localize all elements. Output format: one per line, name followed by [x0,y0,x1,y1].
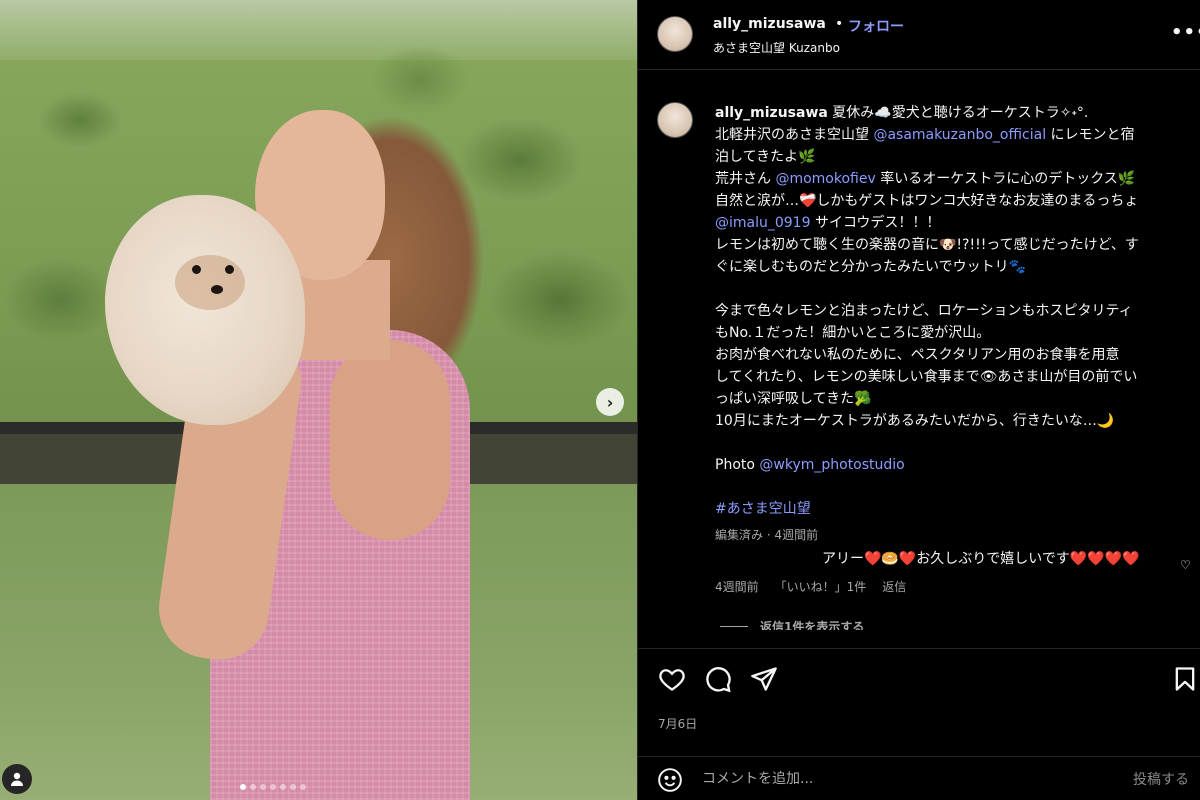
comment-meta: 4週間前 「いいね！」1件 返信 [715,578,1195,595]
caption-line: 今まで色々レモンと泊まったけど、ロケーションもホスピタリティ [715,303,1133,319]
caption-line: 自然と涙が…❤️‍🩹しかもゲストはワンコ大好きなお友達のまるっちょ [715,193,1139,209]
caption-line: 10月にまたオーケストラがあるみたいだから、行きたいな…🌙 [715,413,1115,429]
comment-item: アリー❤️🥯❤️お久しぶりで嬉しいです❤️❤️❤️❤️ ♡ 4週間前 「いいね！… [715,548,1195,595]
hashtag-link[interactable]: #あさま空山望 [715,498,1185,520]
caption-line: レモンは初めて聴く生の楽器の音に🐶!?!!!って感じだったけど、す [715,237,1139,253]
carousel-dot [290,784,296,790]
more-options-icon[interactable]: ••• [1171,22,1200,43]
post-sidebar: ally_mizusawa • フォロー あさま空山望 Kuzanbo ••• … [637,0,1200,800]
caption-line: Photo @wkym_photostudio [715,454,1185,476]
post-date[interactable]: 7月6日 [658,715,697,732]
carousel-dot [250,784,256,790]
caption-line: っぱい深呼吸してきた🥦 [715,391,872,407]
caption-line: @imalu_0919 サイコウデス！！！ [715,212,1185,234]
mention-link[interactable]: @asamakuzanbo_official [873,127,1046,143]
view-replies-label: 返信1件を表示する [760,620,865,630]
caption-username[interactable]: ally_mizusawa [715,105,828,121]
mention-link[interactable]: @imalu_0919 [715,215,811,231]
caption-line: してくれたり、レモンの美味しい食事まで👁あさま山が目の前でい [715,369,1138,385]
author-avatar[interactable] [657,16,693,52]
instagram-post-view: › ally_mizusawa • フォロー あさま空山望 Kuzanbo ••… [0,0,1200,800]
caption-text: にレモンと宿 [1046,127,1135,143]
caption-line: ぐに楽しむものだと分かったみたいでウットリ🐾 [715,259,1027,275]
replies-dash [720,626,748,627]
carousel-dot [260,784,266,790]
bookmark-icon[interactable] [1171,665,1199,693]
photo-dog-eye [192,265,201,274]
photo-woman-shoulder [330,340,450,540]
heart-icon[interactable]: ♡ [1180,558,1191,572]
caption-line: ally_mizusawa 夏休み☁️愛犬と聴けるオーケストラ✧˖°. [715,102,1185,124]
post-location[interactable]: あさま空山望 Kuzanbo [713,39,840,56]
caption-text: サイコウデス！！！ [810,215,941,231]
user-icon [11,772,23,786]
emoji-icon[interactable] [657,767,683,793]
caption-author-avatar[interactable] [657,102,693,138]
caption-text: 率いるオーケストラに心のデトックス🌿 [875,171,1136,187]
carousel-indicator [240,784,306,790]
follow-button[interactable]: フォロー [848,16,904,36]
caption-text: 北軽井沢のあさま空山望 [715,127,874,143]
caption-line: 荒井さん @momokofiev 率いるオーケストラに心のデトックス🌿 [715,168,1185,190]
comment-reply-button[interactable]: 返信 [882,578,906,595]
post-comment-button[interactable]: 投稿する [1133,769,1189,789]
post-header: ally_mizusawa • フォロー あさま空山望 Kuzanbo ••• [638,0,1200,70]
caption-text: Photo [715,457,760,473]
comment-time[interactable]: 4週間前 [715,578,759,595]
heart-icon[interactable] [658,665,686,693]
comment-input[interactable] [702,765,1102,793]
share-icon[interactable] [750,665,778,693]
comment-text: アリー❤️🥯❤️お久しぶりで嬉しいです❤️❤️❤️❤️ [822,551,1140,567]
mention-link[interactable]: @wkym_photostudio [759,457,904,473]
post-photo[interactable]: › [0,0,637,800]
header-separator: • [835,16,844,32]
caption-line: お肉が食べれない私のために、ペスクタリアン用のお食事を用意 [715,347,1120,363]
tagged-users-button[interactable] [2,764,32,794]
post-caption: ally_mizusawa 夏休み☁️愛犬と聴けるオーケストラ✧˖°. 北軽井沢… [715,102,1185,546]
author-username[interactable]: ally_mizusawa [713,16,826,32]
carousel-dot [300,784,306,790]
chevron-right-icon: › [606,392,614,412]
comment-composer: 投稿する [638,756,1200,800]
caption-line: 泊してきたよ🌿 [715,149,816,165]
caption-line: もNo.１だった！細かいところに愛が沢山。 [715,325,991,341]
carousel-next-button[interactable]: › [596,388,624,416]
mention-link[interactable]: @momokofiev [775,171,875,187]
caption-text: 夏休み☁️愛犬と聴けるオーケストラ✧˖°. [827,105,1089,121]
photo-dog-nose [211,285,223,294]
comment-icon[interactable] [704,665,732,693]
caption-text: 荒井さん [715,171,776,187]
caption-line: 北軽井沢のあさま空山望 @asamakuzanbo_official にレモンと… [715,124,1185,146]
photo-dog-face [175,255,245,310]
carousel-dot [270,784,276,790]
caption-meta: 編集済み · 4週間前 [715,528,819,542]
carousel-dot [240,784,246,790]
carousel-dot [280,784,286,790]
photo-dog-eye [225,265,234,274]
view-replies-button[interactable]: 返信1件を表示する [720,618,864,630]
comments-section: ally_mizusawa 夏休み☁️愛犬と聴けるオーケストラ✧˖°. 北軽井沢… [638,70,1200,630]
comment-likes[interactable]: 「いいね！」1件 [775,578,867,595]
post-actions: 7月6日 [638,648,1200,748]
